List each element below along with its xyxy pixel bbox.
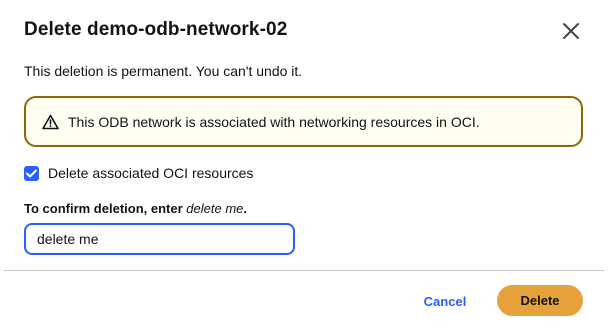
close-button[interactable] bbox=[559, 19, 583, 43]
footer-divider bbox=[4, 270, 604, 271]
delete-oci-resources-checkbox[interactable] bbox=[24, 165, 39, 181]
warning-icon bbox=[42, 113, 60, 131]
delete-button[interactable]: Delete bbox=[497, 285, 583, 316]
confirm-input[interactable] bbox=[24, 223, 295, 255]
cancel-button[interactable]: Cancel bbox=[411, 286, 479, 316]
confirm-label-prefix: To confirm deletion, enter bbox=[24, 201, 187, 216]
checkbox-label: Delete associated OCI resources bbox=[48, 165, 254, 181]
modal-title: Delete demo-odb-network-02 bbox=[24, 19, 288, 40]
close-icon bbox=[563, 23, 579, 39]
checkmark-icon bbox=[26, 169, 37, 177]
confirm-label: To confirm deletion, enter delete me. bbox=[24, 200, 247, 218]
alert-text: This ODB network is associated with netw… bbox=[68, 113, 480, 130]
confirm-phrase: delete me bbox=[186, 201, 244, 216]
modal-description: This deletion is permanent. You can't un… bbox=[24, 63, 303, 79]
delete-modal: Delete demo-odb-network-02 This deletion… bbox=[0, 0, 608, 331]
confirm-label-suffix: . bbox=[243, 201, 247, 216]
warning-alert: This ODB network is associated with netw… bbox=[24, 96, 583, 147]
delete-oci-resources-option: Delete associated OCI resources bbox=[24, 164, 253, 182]
